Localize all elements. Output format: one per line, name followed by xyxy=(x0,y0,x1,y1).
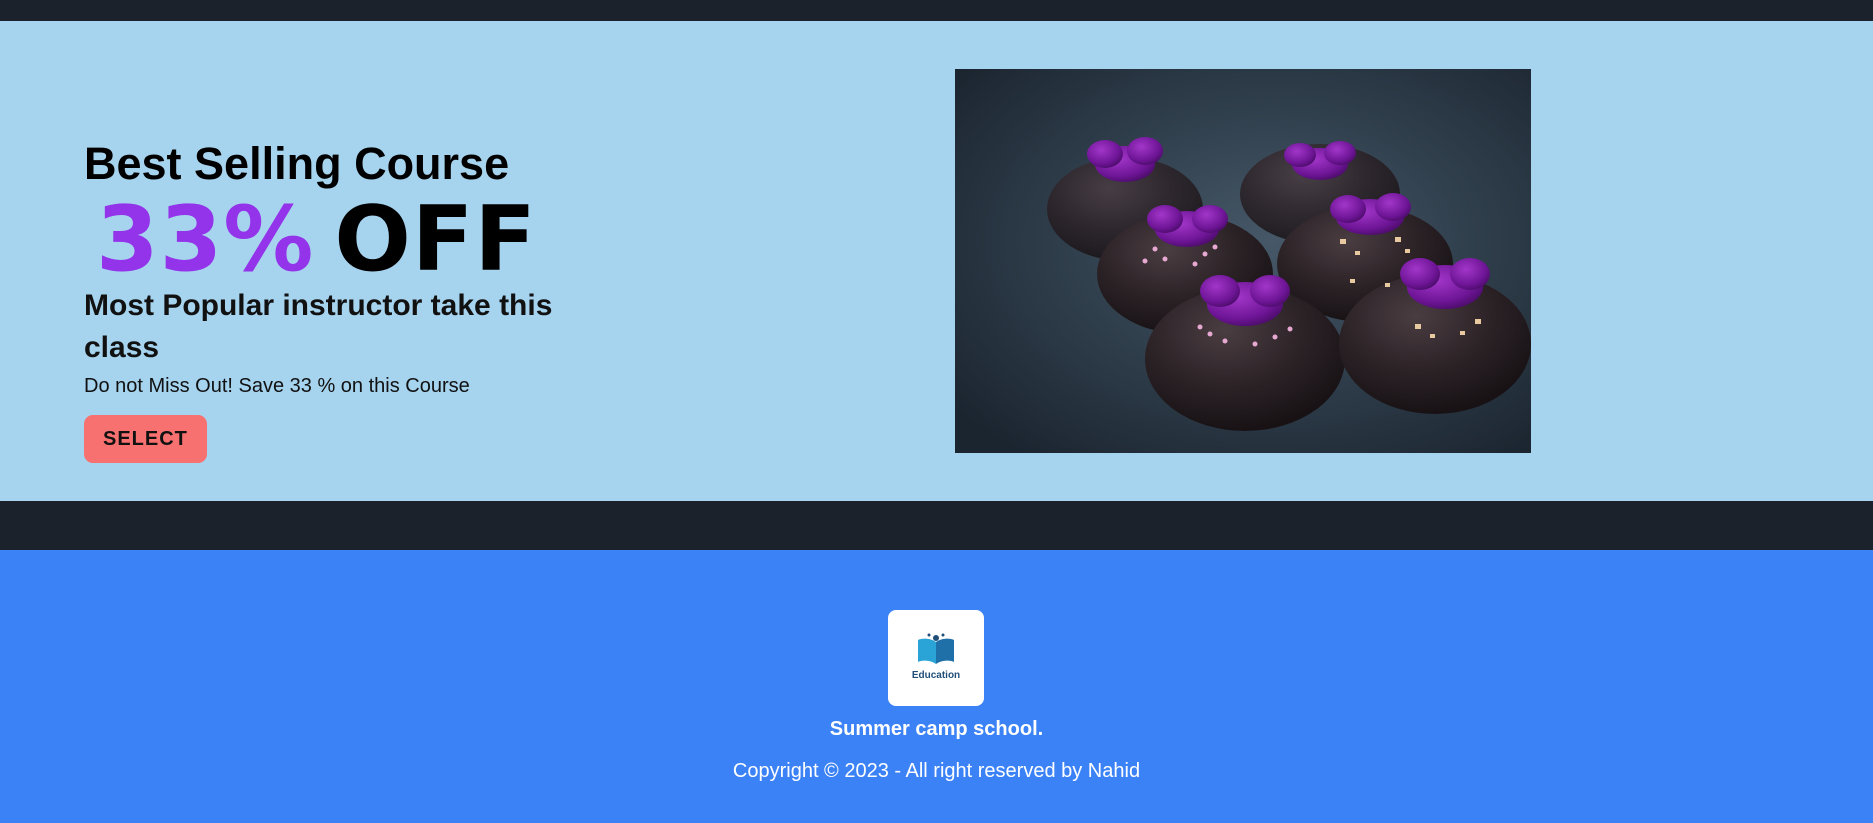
promo-subheadline: Most Popular instructor take this class xyxy=(84,289,553,364)
site-footer: Education Summer camp school. Copyright … xyxy=(0,550,1873,823)
logo-text: Education xyxy=(911,670,961,681)
promo-tagline: Do not Miss Out! Save 33 % on this Cours… xyxy=(84,375,470,397)
discount-off-label: OFF xyxy=(334,187,537,292)
donuts-photo xyxy=(955,69,1531,453)
promo-text-block: Best Selling Course 33% OFF Most Popular … xyxy=(84,137,604,463)
discount-percent: 33% xyxy=(96,187,315,292)
school-name: Summer camp school. xyxy=(829,718,1044,740)
top-bar xyxy=(0,0,1873,21)
promo-banner: Best Selling Course 33% OFF Most Popular … xyxy=(0,21,1873,501)
copyright-text: Copyright © 2023 - All right reserved by… xyxy=(732,760,1141,782)
divider-band xyxy=(0,501,1873,550)
discount-display: 33% OFF xyxy=(84,195,604,285)
promo-headline: Best Selling Course xyxy=(84,138,510,189)
school-logo[interactable]: Education xyxy=(888,610,984,706)
open-book-icon xyxy=(918,633,954,664)
course-image xyxy=(955,69,1531,453)
select-button[interactable]: SELECT xyxy=(84,415,207,463)
